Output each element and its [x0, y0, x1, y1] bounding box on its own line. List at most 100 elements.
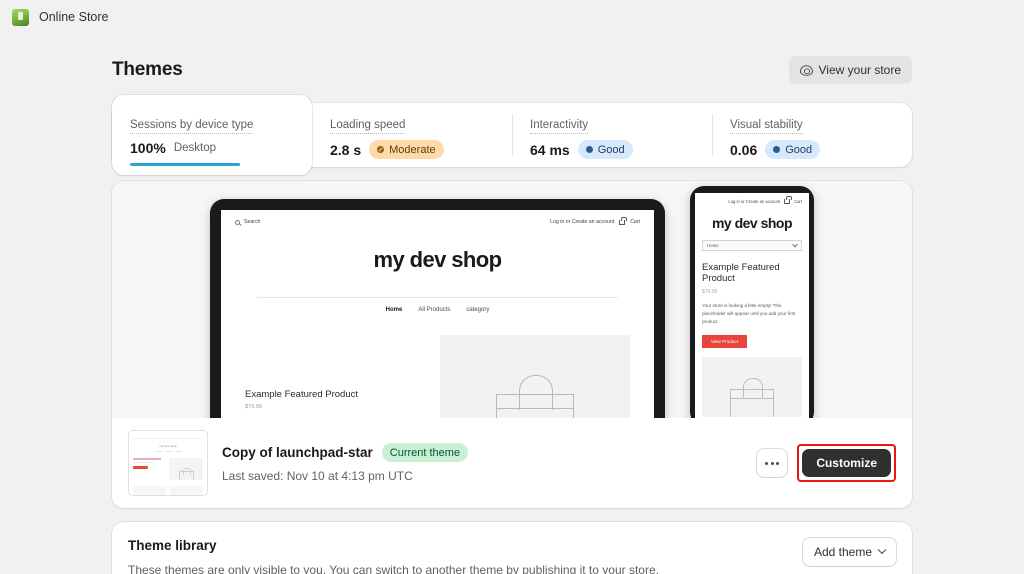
storefront-title: my dev shop — [373, 247, 502, 272]
mobile-menu-value: Home — [707, 243, 719, 248]
desktop-preview-device: Search Log in or Create an account Cart … — [210, 199, 665, 418]
mobile-storefront-topbar: Log in or Create an account Cart — [702, 196, 802, 204]
view-your-store-button[interactable]: View your store — [788, 56, 912, 84]
metric-sessions-by-device-type[interactable]: Sessions by device type 100% Desktop — [112, 95, 312, 175]
thumbnail-topbar — [133, 436, 203, 439]
app-bar: Online Store — [0, 0, 1024, 34]
storefront-topbar: Search Log in or Create an account Cart — [221, 210, 654, 225]
thumbnail-text-column — [133, 458, 165, 480]
mobile-menu-select: Home — [702, 240, 802, 251]
page-title: Themes — [112, 59, 183, 80]
ellipsis-icon-dot — [770, 461, 774, 465]
chevron-down-icon — [877, 545, 887, 555]
cart-icon — [784, 196, 793, 204]
mobile-view-product-button: View Product — [702, 334, 747, 348]
more-actions-button[interactable] — [757, 449, 788, 477]
metric-value: 100% — [130, 140, 166, 156]
theme-library-text: Theme library These themes are only visi… — [128, 538, 659, 574]
storefront-nav-item-home: Home — [385, 307, 403, 313]
status-badge-label: Moderate — [389, 143, 436, 156]
chevron-down-icon — [792, 241, 798, 247]
page-scroll-area: Themes View your store Sessions by devic… — [0, 34, 1024, 574]
current-theme-badge: Current theme — [381, 443, 469, 462]
search-icon — [235, 219, 240, 225]
shopify-bag-icon — [12, 8, 29, 26]
metric-interactivity[interactable]: Interactivity 64 ms Good — [512, 103, 712, 167]
moderate-status-icon — [377, 146, 385, 153]
metric-label: Interactivity — [530, 119, 589, 134]
current-theme-card: Search Log in or Create an account Cart … — [112, 181, 912, 508]
metric-value-row: 64 ms Good — [530, 140, 694, 159]
metric-value-row: 100% Desktop — [130, 140, 294, 156]
mobile-product-name: Example Featured Product — [702, 262, 780, 285]
storefront-search-label: Search — [244, 219, 261, 225]
storefront-featured-section: Example Featured Product $79.99 — [221, 313, 654, 418]
eye-icon — [799, 64, 813, 76]
metric-label: Visual stability — [730, 119, 803, 134]
theme-details: Copy of launchpad-star Current theme Las… — [222, 443, 743, 483]
storefront-search: Search — [235, 219, 260, 225]
metric-visual-stability[interactable]: Visual stability 0.06 Good — [712, 103, 912, 167]
view-your-store-label: View your store — [818, 63, 901, 77]
mobile-preview-device: Log in or Create an account Cart my dev … — [690, 186, 814, 418]
metric-label: Loading speed — [330, 119, 406, 134]
metric-loading-speed[interactable]: Loading speed 2.8 s Moderate — [312, 103, 512, 167]
add-theme-button[interactable]: Add theme — [802, 538, 896, 566]
theme-library-card: Theme library These themes are only visi… — [112, 522, 912, 574]
storefront-cart-label: Cart — [630, 219, 640, 225]
mobile-placeholder-text: Your store is looking a little empty! Th… — [702, 303, 796, 325]
mobile-product-price: $79.99 — [702, 289, 718, 296]
storefront-product-name: Example Featured Product — [245, 389, 359, 400]
theme-last-saved: Last saved: Nov 10 at 4:13 pm UTC — [222, 469, 413, 483]
theme-name-row: Copy of launchpad-star Current theme — [222, 443, 743, 462]
theme-library-title: Theme library — [128, 538, 217, 553]
storefront-product-price: $79.99 — [245, 404, 262, 410]
theme-thumbnail: my dev shop — [128, 430, 208, 496]
app-bar-title: Online Store — [39, 10, 109, 24]
ellipsis-icon-dot — [765, 461, 769, 465]
mobile-product-image-placeholder — [702, 356, 802, 417]
status-badge: Good — [577, 140, 633, 159]
metric-value-row: 2.8 s Moderate — [330, 140, 494, 159]
current-theme-row: my dev shop Copy of launchpad-star Curre… — [112, 418, 912, 508]
metric-unit: Desktop — [173, 142, 216, 154]
storefront-featured-text: Example Featured Product $79.99 — [245, 335, 426, 418]
metric-value-row: 0.06 Good — [730, 140, 894, 159]
storefront-nav: Home All Products category — [257, 297, 618, 313]
shopping-bag-icon — [496, 375, 574, 418]
store-speed-metrics: Sessions by device type 100% Desktop Loa… — [112, 95, 912, 175]
storefront-account-area: Log in or Create an account Cart — [550, 216, 640, 225]
mobile-account-label: Log in or Create an account — [728, 199, 781, 204]
metric-value: 64 ms — [530, 141, 570, 158]
storefront-account-label: Log in or Create an account — [550, 219, 615, 225]
page-content: Themes View your store Sessions by devic… — [112, 34, 912, 574]
storefront-product-image-placeholder — [440, 335, 630, 418]
shopping-bag-icon — [178, 468, 194, 481]
theme-name: Copy of launchpad-star — [222, 445, 373, 460]
desktop-preview-screen: Search Log in or Create an account Cart … — [221, 210, 654, 418]
shopping-bag-icon — [730, 377, 774, 417]
customize-button[interactable]: Customize — [802, 449, 891, 477]
theme-preview-stage[interactable]: Search Log in or Create an account Cart … — [112, 181, 912, 418]
cart-icon — [619, 216, 628, 225]
metric-value: 2.8 s — [330, 141, 362, 158]
add-theme-label: Add theme — [813, 545, 872, 559]
status-badge-label: Good — [785, 143, 813, 156]
thumbnail-body — [133, 458, 203, 481]
storefront-nav-item-all-products: All Products — [418, 307, 451, 313]
storefront-nav-item-category: category — [466, 307, 490, 313]
mobile-cart-label: Cart — [794, 199, 802, 204]
metric-value: 0.06 — [730, 141, 758, 158]
thumbnail-footer — [133, 486, 203, 495]
theme-library-header: Theme library These themes are only visi… — [128, 538, 896, 574]
thumbnail-image-placeholder — [169, 458, 203, 481]
good-status-icon — [773, 146, 781, 153]
sessions-progress-bar — [130, 163, 240, 166]
status-badge: Moderate — [369, 140, 444, 159]
theme-actions: Customize — [757, 444, 896, 482]
status-badge: Good — [765, 140, 821, 159]
status-badge-label: Good — [597, 143, 625, 156]
good-status-icon — [585, 146, 593, 153]
metric-label: Sessions by device type — [130, 119, 254, 134]
thumbnail-nav — [133, 451, 203, 453]
